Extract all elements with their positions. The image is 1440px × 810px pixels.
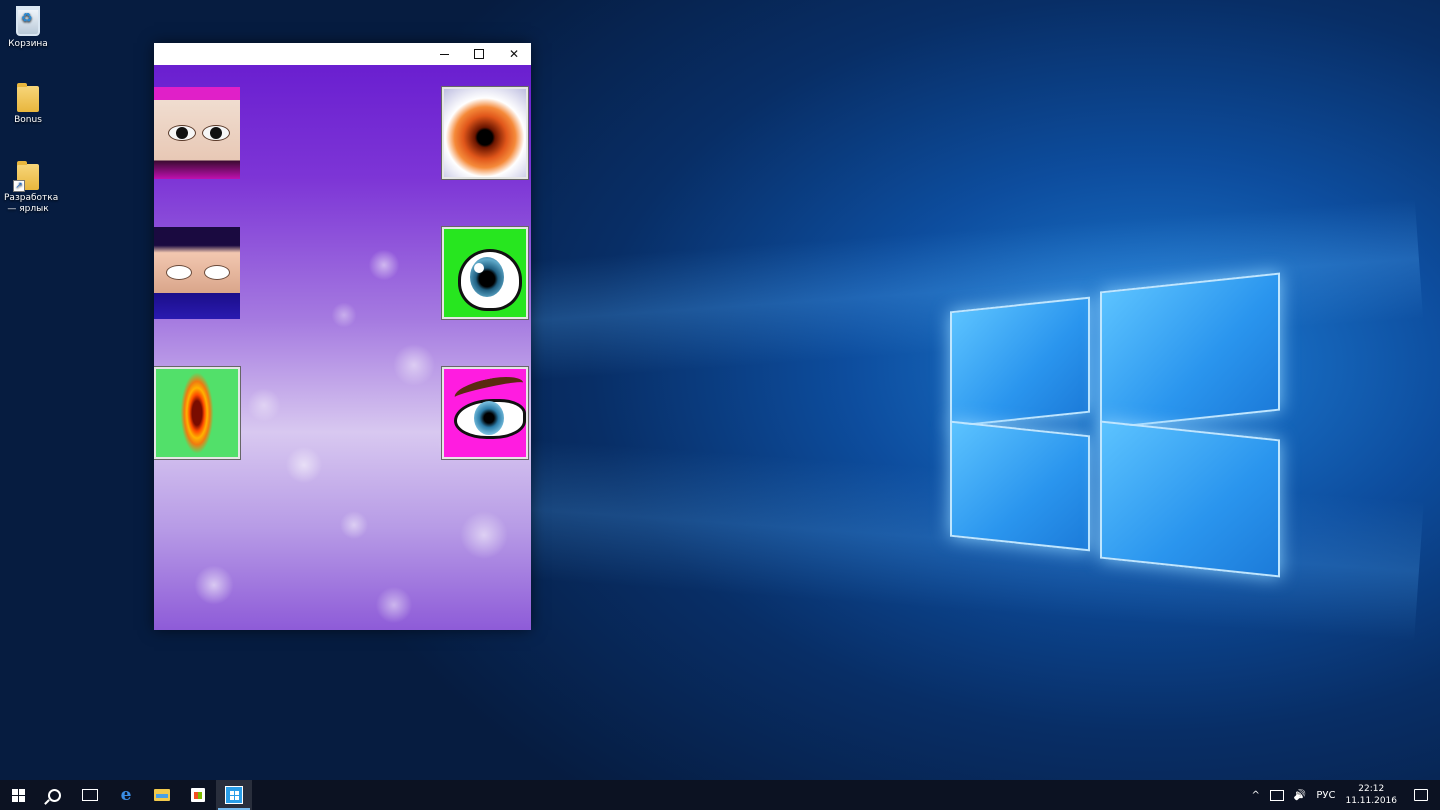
network-icon [1269, 789, 1284, 801]
close-button[interactable]: ✕ [497, 43, 531, 65]
anime-eye-highlight-icon [474, 263, 484, 273]
language-label: РУС [1316, 789, 1336, 801]
eye-tile-human-dark[interactable] [154, 87, 240, 179]
eye-tile-anime-green[interactable] [442, 227, 528, 319]
desktop-icon-label: Bonus [14, 115, 42, 125]
taskbar: e ^ 🔊 РУС 22:12 11.11.2016 [0, 780, 1440, 810]
recycle-bin-icon [16, 6, 40, 36]
task-view-button[interactable] [72, 780, 108, 810]
show-hidden-icons-button[interactable]: ^ [1247, 780, 1265, 810]
start-button[interactable] [0, 780, 36, 810]
edge-browser-icon: e [120, 785, 132, 805]
folder-shortcut-icon [13, 161, 39, 192]
notification-icon [1414, 789, 1428, 801]
folder-icon [17, 83, 39, 112]
action-center-button[interactable] [1402, 780, 1440, 810]
minimize-button[interactable] [427, 43, 461, 65]
taskbar-store[interactable] [180, 780, 216, 810]
desktop-icon-label: Корзина [8, 39, 48, 49]
close-icon: ✕ [508, 47, 520, 61]
white-eye-right-icon [204, 265, 230, 280]
anime-eye-iris-icon [474, 401, 504, 435]
language-indicator[interactable]: РУС [1311, 780, 1340, 810]
maximize-button[interactable] [462, 43, 496, 65]
logo-pane [950, 420, 1090, 552]
logo-pane [950, 296, 1090, 428]
taskbar-running-app[interactable] [216, 780, 252, 810]
eye-tile-white[interactable] [154, 227, 240, 319]
desktop-icon-recycle-bin[interactable]: Корзина [4, 6, 52, 50]
search-button[interactable] [36, 780, 72, 810]
store-icon [191, 788, 205, 802]
app-content-area [154, 65, 531, 630]
desktop-icon-label: Разработка — ярлык [4, 193, 59, 214]
maximize-icon [474, 49, 484, 59]
human-eye-left-icon [168, 125, 196, 141]
human-eye-right-icon [202, 125, 230, 141]
task-view-icon [82, 789, 98, 801]
clock-date: 11.11.2016 [1345, 796, 1397, 806]
file-explorer-icon [154, 789, 170, 801]
clock[interactable]: 22:12 11.11.2016 [1340, 780, 1402, 810]
logo-pane [1100, 420, 1280, 578]
network-button[interactable] [1265, 780, 1289, 810]
taskbar-edge[interactable]: e [108, 780, 144, 810]
minimize-icon [439, 53, 449, 55]
desktop-icon-razrabotka-shortcut[interactable]: Разработка — ярлык [4, 161, 58, 215]
app-icon [225, 786, 243, 804]
volume-icon: 🔊 [1293, 789, 1307, 801]
system-tray: ^ 🔊 РУС 22:12 11.11.2016 [1247, 780, 1440, 810]
chevron-up-icon: ^ [1251, 789, 1260, 801]
search-icon [47, 788, 61, 802]
app-window: ✕ [154, 43, 531, 630]
clock-time: 22:12 [1358, 784, 1385, 794]
windows-wallpaper-logo [948, 258, 1280, 588]
volume-button[interactable]: 🔊 [1289, 780, 1311, 810]
windows-start-icon [11, 788, 25, 802]
taskbar-file-explorer[interactable] [144, 780, 180, 810]
white-eye-left-icon [166, 265, 192, 280]
logo-pane [1100, 272, 1280, 430]
eye-tile-anime-pink[interactable] [442, 367, 528, 459]
eye-tile-fire[interactable] [442, 87, 528, 179]
desktop-icon-bonus[interactable]: Bonus [4, 83, 52, 126]
eye-tile-dragon[interactable] [154, 367, 240, 459]
window-titlebar[interactable]: ✕ [154, 43, 531, 65]
